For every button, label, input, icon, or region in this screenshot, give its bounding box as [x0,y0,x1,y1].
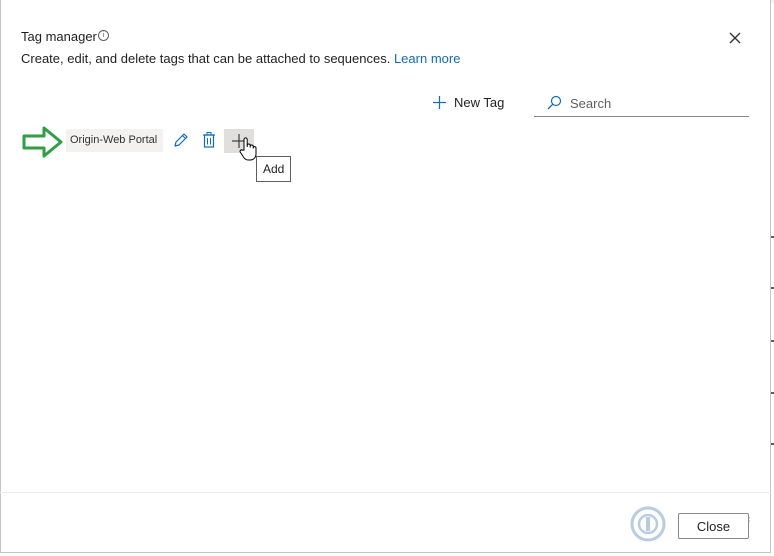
dialog-description: Create, edit, and delete tags that can b… [21,51,460,66]
plus-icon [433,95,446,109]
info-icon[interactable]: i [98,30,109,41]
search-icon [547,95,562,110]
tag-chip[interactable]: Origin-Web Portal [66,129,164,152]
new-tag-button[interactable]: New Tag [432,93,504,111]
new-tag-label: New Tag [454,94,505,110]
dialog-title: Tag manager [21,29,97,44]
close-icon[interactable] [726,29,744,47]
search-box[interactable] [534,90,749,117]
trash-icon[interactable] [201,131,217,149]
learn-more-link[interactable]: Learn more [394,51,460,66]
description-text: Create, edit, and delete tags that can b… [21,51,391,66]
search-input[interactable] [568,94,742,112]
hand-cursor-icon [239,137,257,161]
footer-divider [0,492,771,493]
close-button[interactable]: Close [678,513,749,539]
tag-manager-dialog [0,0,771,553]
add-tooltip: Add [256,156,292,182]
pencil-icon[interactable] [172,131,190,149]
green-arrow-icon [22,126,63,158]
tag-label: Origin-Web Portal [70,134,158,146]
